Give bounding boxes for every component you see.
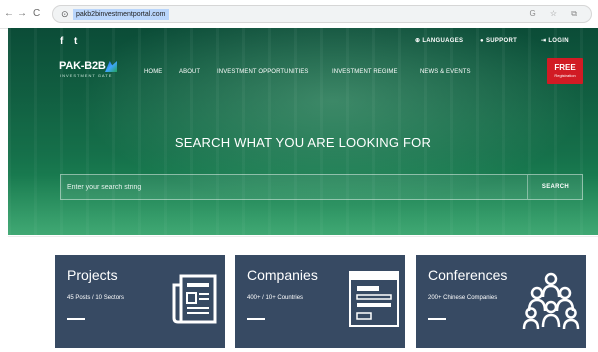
card-title: Companies xyxy=(247,267,318,283)
nav-about[interactable]: ABOUT xyxy=(179,68,200,76)
search-input[interactable] xyxy=(61,175,527,199)
company-window-icon xyxy=(349,271,399,327)
back-button[interactable]: ← xyxy=(4,9,14,19)
login-icon: ⇥ xyxy=(541,38,547,44)
card-subtitle: 45 Posts / 10 Sectors xyxy=(67,295,125,301)
url-text[interactable]: pakb2binvestmentportal.com xyxy=(73,9,169,20)
logo-mark-icon xyxy=(105,61,117,72)
free-badge-label: FREE xyxy=(554,63,576,72)
card-underline xyxy=(247,318,265,320)
twitter-icon[interactable]: t xyxy=(74,36,77,48)
card-subtitle: 400+ / 10+ Countries xyxy=(247,295,304,301)
languages-label: LANGUAGES xyxy=(422,38,464,44)
card-subtitle: 200+ Chinese Companies xyxy=(428,295,498,301)
people-group-icon xyxy=(522,272,580,330)
logo-text: PAK-B2B xyxy=(59,60,106,72)
support-icon: ● xyxy=(480,38,484,44)
free-registration-button[interactable]: FREE Registration xyxy=(547,58,583,84)
nav-news-events[interactable]: NEWS & EVENTS xyxy=(420,68,471,76)
hero-banner: f t ⊕ LANGUAGES ● SUPPORT ⇥ LOGIN PAK-B2B I… xyxy=(8,28,598,235)
globe-icon: ⊕ xyxy=(415,38,421,44)
free-badge-sublabel: Registration xyxy=(554,73,576,78)
nav-investment-regime[interactable]: INVESTMENT REGIME xyxy=(332,68,398,76)
section-divider xyxy=(8,236,598,237)
browser-toolbar: ← → C ⊙ pakb2binvestmentportal.com G ☆ ⧉ xyxy=(0,0,598,29)
nav-home[interactable]: HOME xyxy=(144,68,162,76)
card-title: Conferences xyxy=(428,267,508,283)
login-link[interactable]: ⇥ LOGIN xyxy=(541,37,569,45)
newspaper-icon xyxy=(172,274,217,324)
card-title: Projects xyxy=(67,267,118,283)
projects-card[interactable]: Projects 45 Posts / 10 Sectors xyxy=(55,255,225,348)
facebook-icon[interactable]: f xyxy=(60,36,63,48)
support-link[interactable]: ● SUPPORT xyxy=(480,37,517,45)
forward-button[interactable]: → xyxy=(17,9,27,19)
card-underline xyxy=(67,318,85,320)
nav-investment-opportunities[interactable]: INVESTMENT OPPORTUNITIES xyxy=(217,68,309,76)
search-bar: SEARCH xyxy=(60,174,583,200)
logo-tagline: INVESTMENT GATE xyxy=(60,73,113,78)
address-bar[interactable]: ⊙ pakb2binvestmentportal.com G ☆ ⧉ xyxy=(52,5,592,23)
lock-icon: ⊙ xyxy=(61,9,69,19)
address-bar-icons[interactable]: G ☆ ⧉ xyxy=(529,9,583,19)
conferences-card[interactable]: Conferences 200+ Chinese Companies xyxy=(416,255,586,348)
reload-button[interactable]: C xyxy=(33,9,40,19)
card-underline xyxy=(428,318,446,320)
site-logo[interactable]: PAK-B2B INVESTMENT GATE xyxy=(59,60,119,82)
support-label: SUPPORT xyxy=(485,38,518,44)
hero-title: SEARCH WHAT YOU ARE LOOKING FOR xyxy=(174,135,432,150)
languages-link[interactable]: ⊕ LANGUAGES xyxy=(415,37,463,45)
search-button[interactable]: SEARCH xyxy=(527,175,583,199)
companies-card[interactable]: Companies 400+ / 10+ Countries xyxy=(235,255,405,348)
login-label: LOGIN xyxy=(548,38,569,44)
